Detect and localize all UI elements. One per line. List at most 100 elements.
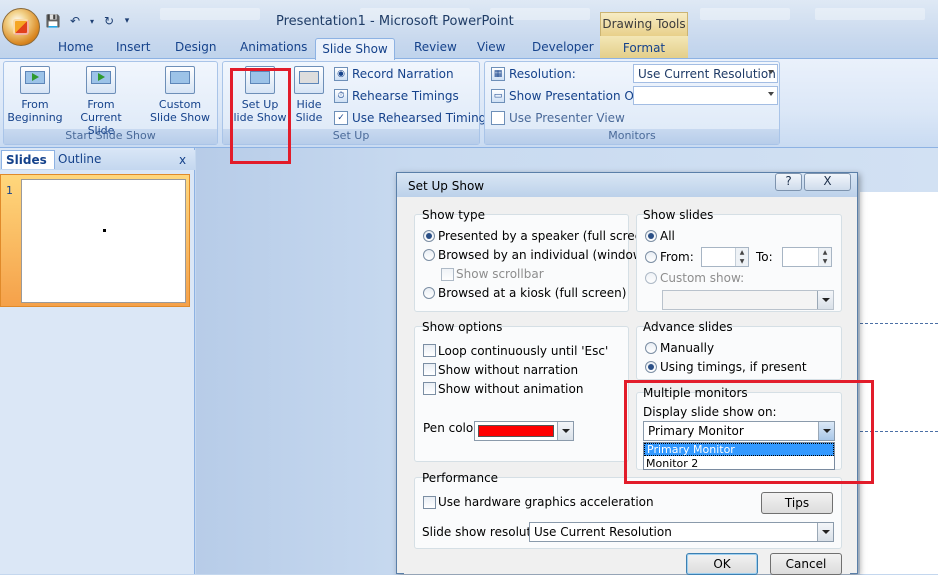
from-beginning-icon [20, 66, 50, 94]
show-slides-title: Show slides [643, 208, 714, 222]
from-beginning-button[interactable]: From Beginning [6, 66, 64, 124]
custom-show-dropdown[interactable] [662, 290, 834, 310]
tab-view[interactable]: View [477, 40, 505, 54]
from-current-slide-button[interactable]: From Current Slide [66, 66, 136, 137]
close-pane-icon[interactable]: x [179, 153, 186, 167]
customize-qat-icon[interactable]: ▾ [122, 12, 132, 30]
pen-color-picker[interactable] [474, 421, 574, 441]
show-options-title: Show options [422, 320, 503, 334]
speaker-radio[interactable] [423, 230, 435, 242]
tab-review[interactable]: Review [414, 40, 457, 54]
tips-button[interactable]: Tips [761, 492, 833, 514]
tab-insert[interactable]: Insert [116, 40, 150, 54]
tab-home[interactable]: Home [58, 40, 93, 54]
to-label: To: [756, 250, 773, 264]
from-spinner[interactable]: ▲ ▼ [701, 247, 749, 267]
no-narration-label: Show without narration [438, 363, 579, 377]
redo-icon[interactable]: ↻ [100, 12, 118, 30]
chevron-down-icon [817, 291, 833, 309]
help-button[interactable]: ? [775, 173, 802, 191]
quick-access-toolbar: 💾 ↶ ▾ ↻ ▾ [44, 11, 132, 31]
guide-line [860, 323, 938, 324]
custom-slide-show-button[interactable]: Custom Slide Show [144, 66, 216, 124]
using-timings-radio[interactable] [645, 361, 657, 373]
record-narration-button[interactable]: ◉ Record Narration [334, 67, 454, 81]
ok-button[interactable]: OK [686, 553, 758, 575]
drawing-tools-header: Drawing Tools [600, 12, 688, 36]
window-title: Presentation1 - Microsoft PowerPoint [276, 14, 514, 29]
record-narration-label: Record Narration [352, 67, 454, 81]
resolution-label-row: ▦ Resolution: [491, 67, 576, 81]
slide-show-resolution-dropdown[interactable]: Use Current Resolution [529, 522, 834, 542]
tab-animations[interactable]: Animations [240, 40, 307, 54]
tab-outline[interactable]: Outline [58, 152, 101, 166]
resolution-value: Use Current Resolution [638, 67, 776, 81]
show-scrollbar-checkbox[interactable] [441, 268, 454, 281]
use-rehearsed-timings-checkbox[interactable]: ✓ Use Rehearsed Timings [334, 111, 493, 125]
office-logo-icon [13, 19, 29, 35]
resolution-icon: ▦ [491, 67, 505, 81]
tab-design[interactable]: Design [175, 40, 216, 54]
office-button[interactable] [2, 8, 40, 46]
manually-radio[interactable] [645, 342, 657, 354]
manually-label: Manually [660, 341, 715, 355]
hide-slide-label: Hide Slide [295, 98, 323, 124]
chevron-down-icon [768, 70, 774, 74]
from-beginning-label: From Beginning [7, 98, 63, 124]
undo-icon[interactable]: ↶ [66, 12, 84, 30]
rehearse-timings-button[interactable]: ⏱ Rehearse Timings [334, 89, 459, 103]
checkmark-icon: ✓ [334, 111, 348, 125]
to-spinner[interactable]: ▲ ▼ [782, 247, 832, 267]
from-current-slide-label: From Current Slide [80, 98, 122, 137]
hw-accel-checkbox[interactable] [423, 496, 436, 509]
cancel-button[interactable]: Cancel [770, 553, 842, 575]
loop-label: Loop continuously until 'Esc' [438, 344, 609, 358]
custom-slide-show-label: Custom Slide Show [149, 98, 211, 124]
performance-title: Performance [422, 471, 499, 485]
chevron-down-icon [768, 92, 774, 96]
custom-show-label: Custom show: [660, 271, 745, 285]
no-animation-checkbox[interactable] [423, 382, 436, 395]
slide-show-resolution-value: Use Current Resolution [534, 525, 672, 539]
show-presentation-on-combo[interactable] [633, 86, 778, 105]
tab-slide-show[interactable]: Slide Show [315, 38, 395, 60]
spin-down-icon[interactable]: ▼ [818, 257, 831, 266]
spin-down-icon[interactable]: ▼ [735, 257, 748, 266]
save-icon[interactable]: 💾 [44, 12, 62, 30]
tab-developer[interactable]: Developer [532, 40, 594, 54]
close-button[interactable]: X [804, 173, 851, 191]
rehearse-timings-icon: ⏱ [334, 89, 348, 103]
checkbox-icon [491, 111, 505, 125]
slide-thumbnail[interactable] [21, 179, 186, 303]
individual-radio[interactable] [423, 249, 435, 261]
tab-slides[interactable]: Slides [1, 150, 55, 169]
all-slides-radio[interactable] [645, 230, 657, 242]
group-label: Monitors [485, 129, 779, 144]
undo-dropdown-icon[interactable]: ▾ [88, 12, 96, 30]
using-timings-label: Using timings, if present [660, 360, 807, 374]
tab-format[interactable]: Format [600, 36, 688, 60]
show-presentation-on-row: ▭ Show Presentation On: [491, 89, 645, 103]
individual-label: Browsed by an individual (window) [438, 248, 648, 262]
spin-up-icon[interactable]: ▲ [818, 248, 831, 257]
use-rehearsed-timings-label: Use Rehearsed Timings [352, 111, 493, 125]
spin-up-icon[interactable]: ▲ [735, 248, 748, 257]
from-radio[interactable] [645, 251, 657, 263]
hw-accel-label: Use hardware graphics acceleration [438, 495, 654, 509]
use-presenter-view-checkbox[interactable]: Use Presenter View [491, 111, 625, 125]
from-current-slide-icon [86, 66, 116, 94]
use-presenter-view-label: Use Presenter View [509, 111, 625, 125]
pen-color-swatch [478, 425, 554, 437]
hide-slide-button[interactable]: Hide Slide [291, 66, 327, 124]
custom-show-radio[interactable] [645, 272, 657, 284]
resolution-combo[interactable]: Use Current Resolution [633, 64, 778, 83]
microphone-icon: ◉ [334, 67, 348, 81]
advance-slides-title: Advance slides [643, 320, 733, 334]
kiosk-radio[interactable] [423, 287, 435, 299]
no-narration-checkbox[interactable] [423, 363, 436, 376]
loop-checkbox[interactable] [423, 344, 436, 357]
rehearse-timings-label: Rehearse Timings [352, 89, 459, 103]
all-slides-label: All [660, 229, 675, 243]
custom-slide-show-icon [165, 66, 195, 94]
highlight-box-setup-show [230, 68, 291, 164]
